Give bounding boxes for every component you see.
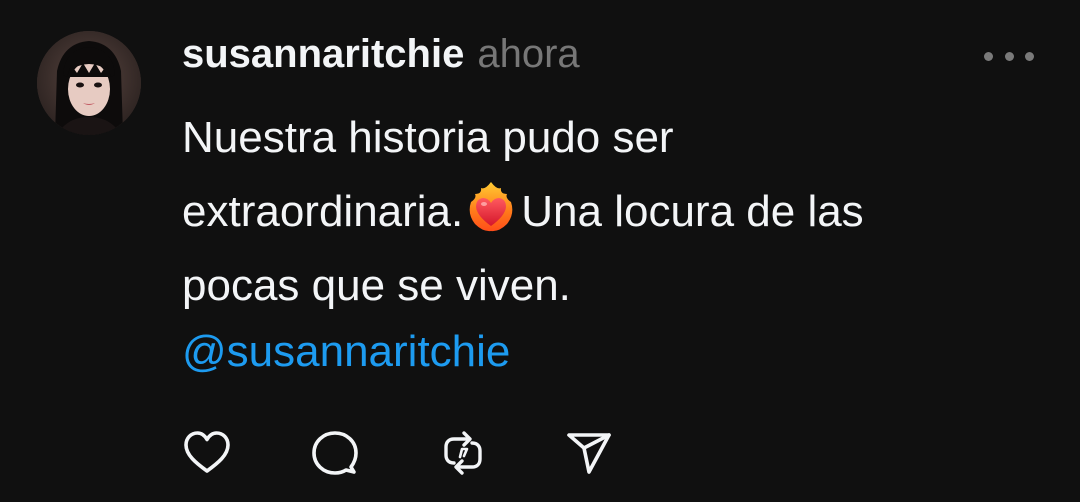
post-text: Nuestra historia pudo ser extraordinaria… — [182, 101, 1042, 323]
timestamp: ahora — [477, 32, 580, 76]
heart-icon[interactable] — [182, 429, 232, 477]
post-text-line: pocas que se viven. — [182, 261, 571, 310]
more-options-icon[interactable] — [984, 46, 1034, 66]
comment-bubble-icon[interactable] — [310, 429, 360, 477]
mention-link[interactable]: @susannaritchie — [182, 322, 510, 382]
dot — [984, 51, 993, 61]
dot — [1004, 51, 1014, 61]
post-text-line: Nuestra historia pudo ser — [182, 113, 674, 162]
send-icon[interactable] — [564, 429, 614, 477]
username[interactable]: susannaritchie — [182, 32, 464, 77]
post-header: susannaritchie ahora — [182, 32, 580, 86]
post-text-segment: extraordinaria. — [182, 187, 464, 236]
heart-on-fire-emoji — [469, 182, 513, 232]
repost-icon[interactable] — [438, 429, 488, 477]
avatar[interactable] — [37, 31, 141, 135]
post-card: susannaritchie ahora Nuestra historia pu… — [0, 0, 1080, 502]
dot — [1025, 51, 1034, 61]
post-text-segment: Una locura de las — [521, 187, 864, 236]
post-text-line: extraordinaria. Una locura de las — [182, 175, 1042, 249]
avatar-image — [37, 31, 141, 135]
